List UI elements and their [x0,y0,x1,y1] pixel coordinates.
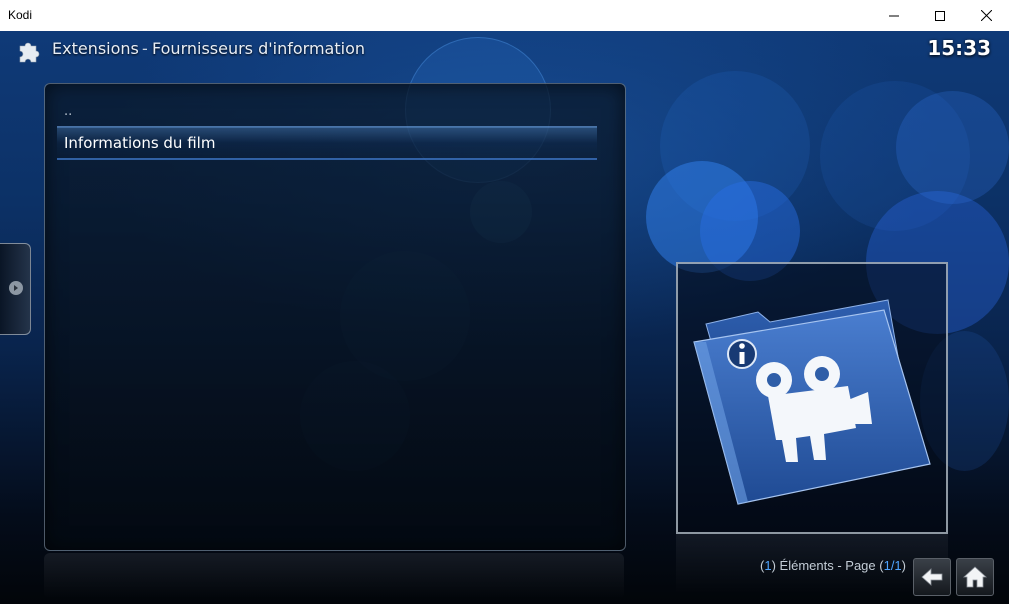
maximize-button[interactable] [917,0,963,31]
list-panel: .. Informations du film [44,83,626,551]
maximize-icon [935,10,945,21]
home-icon [962,566,988,588]
back-arrow-icon [921,568,943,586]
movie-info-folder-icon [693,299,931,505]
clock: 15:33 [927,36,991,60]
header-section-title: Extensions [52,39,139,58]
close-button[interactable] [963,0,1009,31]
home-button[interactable] [956,558,994,596]
addon-thumbnail [676,262,948,534]
title-bar: Kodi [0,0,1009,32]
header-separator: - [142,39,148,58]
arrow-right-icon [9,281,23,295]
window-title: Kodi [8,8,33,22]
list-item-parent[interactable]: .. [57,96,597,127]
list-panel-reflection [44,553,624,599]
page-info: (1) Éléments - Page (1/1) [760,558,907,573]
minimize-button[interactable] [871,0,917,31]
puzzle-icon [19,42,40,63]
list-item-label: Informations du film [64,134,216,152]
kodi-stage: Extensions - Fournisseurs d'information … [0,31,1009,604]
minimize-icon [889,15,899,16]
items-page-label: Éléments - Page [779,558,876,573]
item-count: 1 [764,558,772,573]
bokeh-circle [896,91,1009,204]
header-subtitle: Fournisseurs d'information [152,39,365,58]
page-number: 1/1 [883,558,902,573]
list-item-selected[interactable]: Informations du film [57,126,597,160]
side-menu-tab[interactable] [0,243,31,335]
kodi-window: Kodi Extensions - Fournisseurs d'informa… [0,0,1009,604]
close-icon [980,10,992,21]
back-button[interactable] [913,558,951,596]
list-item-label: .. [64,103,73,119]
